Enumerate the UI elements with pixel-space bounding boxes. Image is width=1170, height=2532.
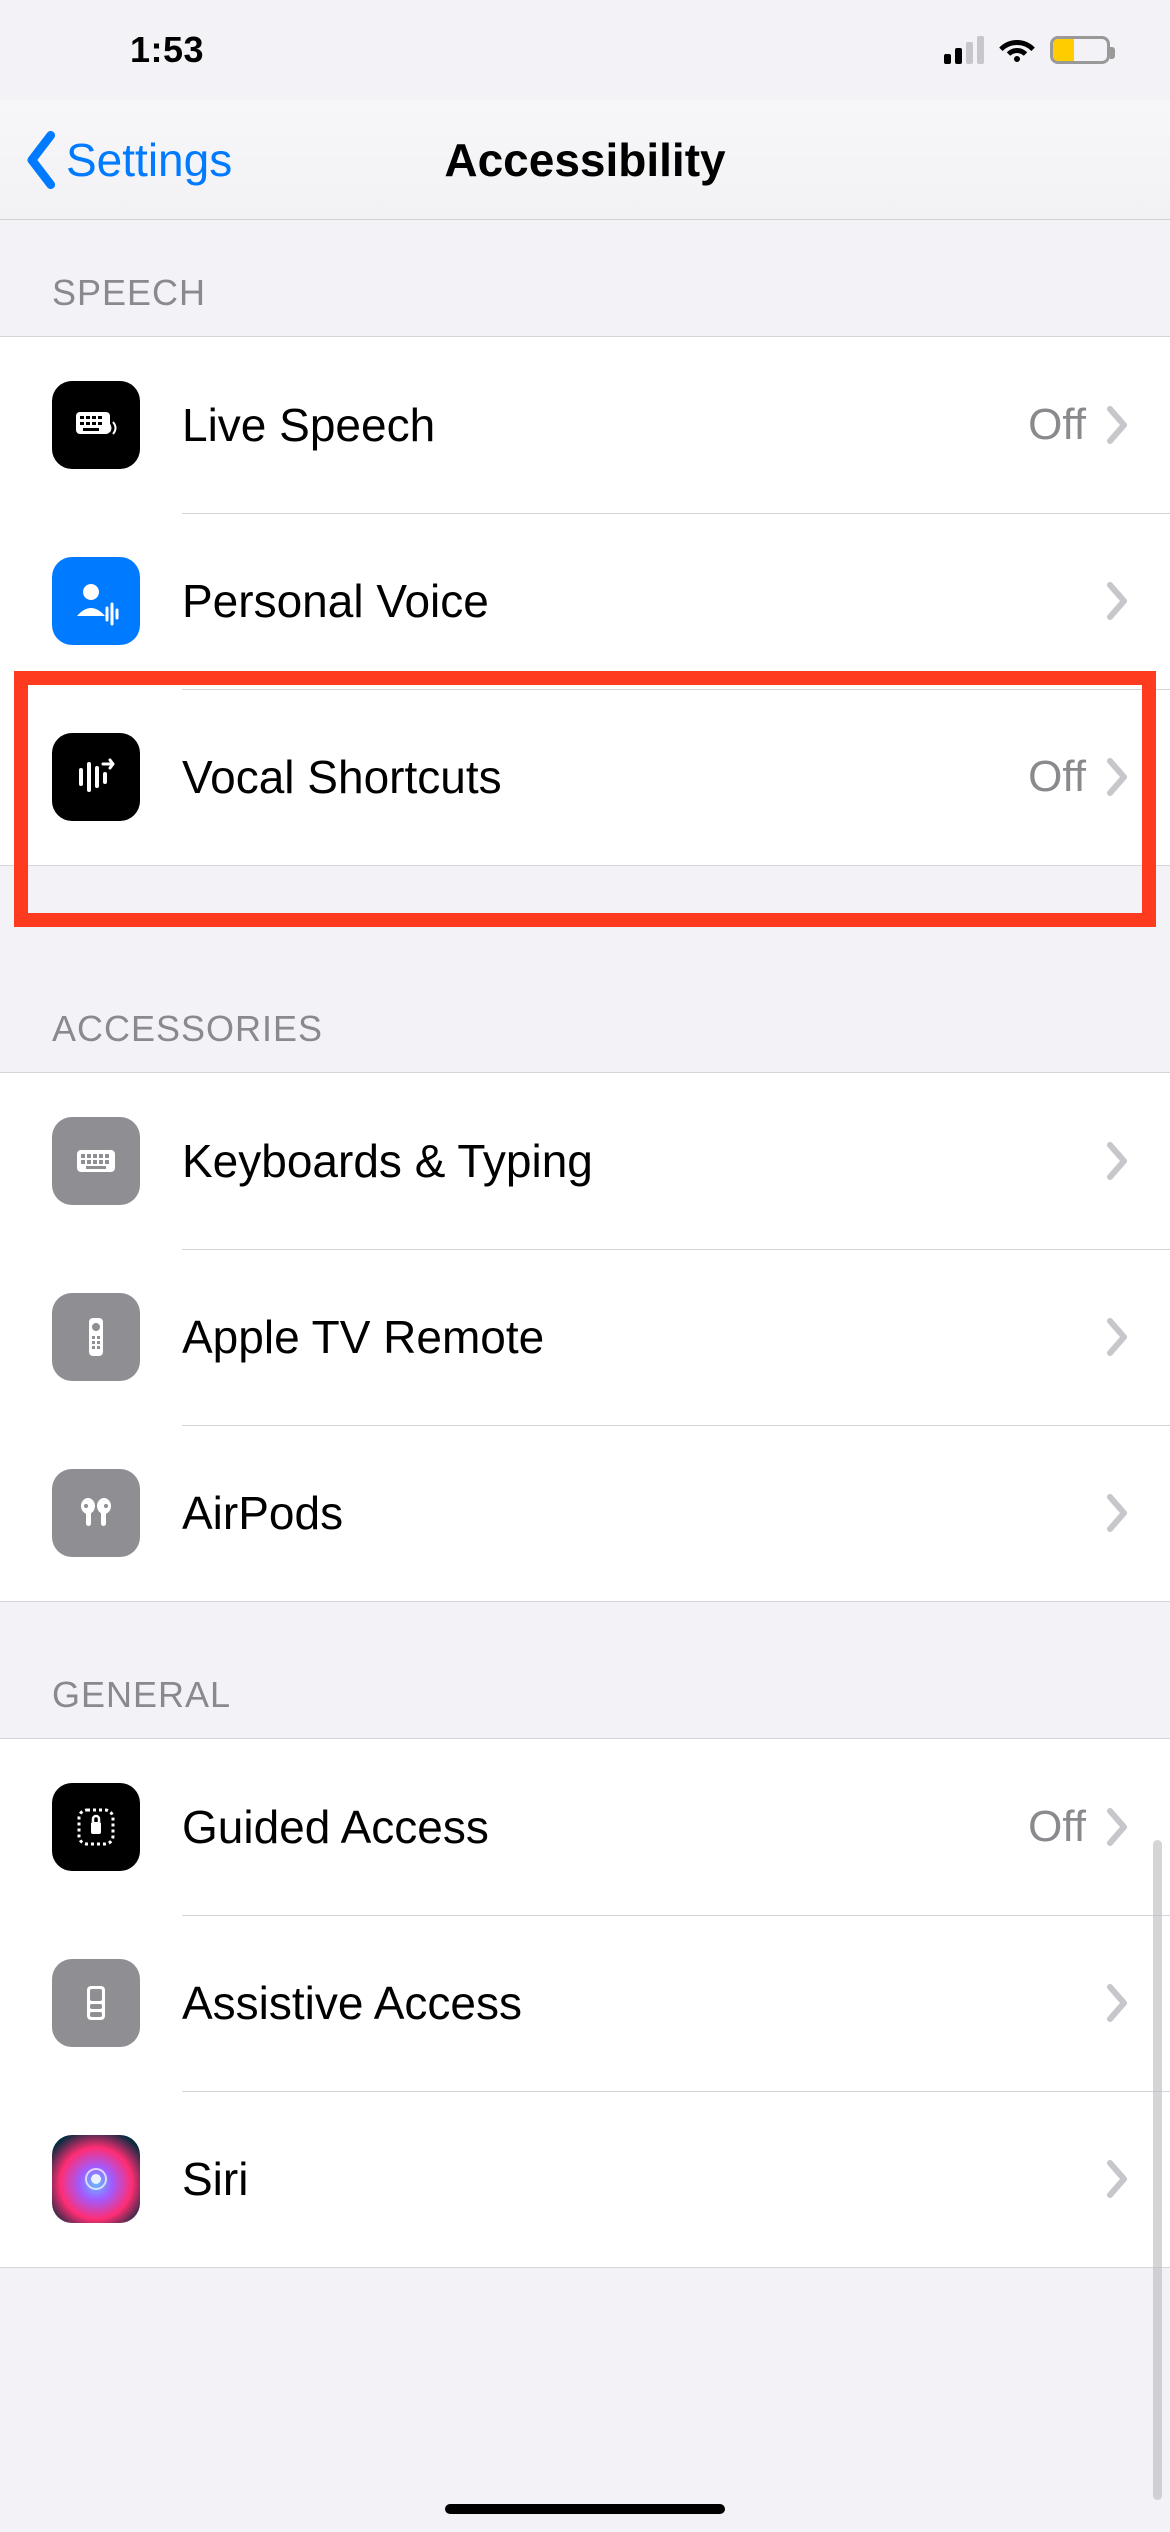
personal-voice-label: Personal Voice xyxy=(182,574,1086,628)
chevron-right-icon xyxy=(1104,1317,1130,1357)
speech-list: Live Speech Off Personal Voice Vocal Sho… xyxy=(0,336,1170,866)
apple-tv-remote-icon xyxy=(52,1293,140,1381)
siri-icon xyxy=(52,2135,140,2223)
airpods-row[interactable]: AirPods xyxy=(0,1425,1170,1601)
apple-tv-remote-row[interactable]: Apple TV Remote xyxy=(0,1249,1170,1425)
guided-access-row[interactable]: Guided Access Off xyxy=(0,1739,1170,1915)
siri-label: Siri xyxy=(182,2152,1086,2206)
live-speech-label: Live Speech xyxy=(182,398,1028,452)
home-indicator xyxy=(445,2504,725,2514)
accessories-list: Keyboards & Typing Apple TV Remote AirPo… xyxy=(0,1072,1170,1602)
chevron-right-icon xyxy=(1104,1983,1130,2023)
keyboards-typing-label: Keyboards & Typing xyxy=(182,1134,1086,1188)
live-speech-icon xyxy=(52,381,140,469)
vocal-shortcuts-value: Off xyxy=(1028,752,1086,802)
keyboard-icon xyxy=(52,1117,140,1205)
nav-header: Settings Accessibility xyxy=(0,100,1170,220)
siri-row[interactable]: Siri xyxy=(0,2091,1170,2267)
wifi-icon xyxy=(998,36,1036,64)
assistive-access-row[interactable]: Assistive Access xyxy=(0,1915,1170,2091)
airpods-label: AirPods xyxy=(182,1486,1086,1540)
chevron-right-icon xyxy=(1104,1493,1130,1533)
chevron-right-icon xyxy=(1104,1141,1130,1181)
airpods-icon xyxy=(52,1469,140,1557)
section-header-general: GENERAL xyxy=(0,1602,1170,1738)
guided-access-label: Guided Access xyxy=(182,1800,1028,1854)
chevron-left-icon xyxy=(22,131,62,189)
apple-tv-remote-label: Apple TV Remote xyxy=(182,1310,1086,1364)
guided-access-icon xyxy=(52,1783,140,1871)
section-header-accessories: ACCESSORIES xyxy=(0,936,1170,1072)
chevron-right-icon xyxy=(1104,405,1130,445)
status-time: 1:53 xyxy=(0,29,204,71)
general-list: Guided Access Off Assistive Access Siri xyxy=(0,1738,1170,2268)
personal-voice-row[interactable]: Personal Voice xyxy=(0,513,1170,689)
vocal-shortcuts-row[interactable]: Vocal Shortcuts Off xyxy=(0,689,1170,865)
cellular-icon xyxy=(944,36,984,64)
status-indicators xyxy=(944,36,1110,64)
keyboards-typing-row[interactable]: Keyboards & Typing xyxy=(0,1073,1170,1249)
live-speech-value: Off xyxy=(1028,400,1086,450)
vocal-shortcuts-icon xyxy=(52,733,140,821)
chevron-right-icon xyxy=(1104,1807,1130,1847)
vocal-shortcuts-label: Vocal Shortcuts xyxy=(182,750,1028,804)
back-button[interactable]: Settings xyxy=(0,131,232,189)
chevron-right-icon xyxy=(1104,581,1130,621)
personal-voice-icon xyxy=(52,557,140,645)
chevron-right-icon xyxy=(1104,2159,1130,2199)
live-speech-row[interactable]: Live Speech Off xyxy=(0,337,1170,513)
assistive-access-label: Assistive Access xyxy=(182,1976,1086,2030)
assistive-access-icon xyxy=(52,1959,140,2047)
back-label: Settings xyxy=(66,133,232,187)
scroll-indicator xyxy=(1153,1840,1162,2500)
battery-icon xyxy=(1050,36,1110,64)
chevron-right-icon xyxy=(1104,757,1130,797)
section-header-speech: SPEECH xyxy=(0,220,1170,336)
status-bar: 1:53 xyxy=(0,0,1170,100)
guided-access-value: Off xyxy=(1028,1802,1086,1852)
